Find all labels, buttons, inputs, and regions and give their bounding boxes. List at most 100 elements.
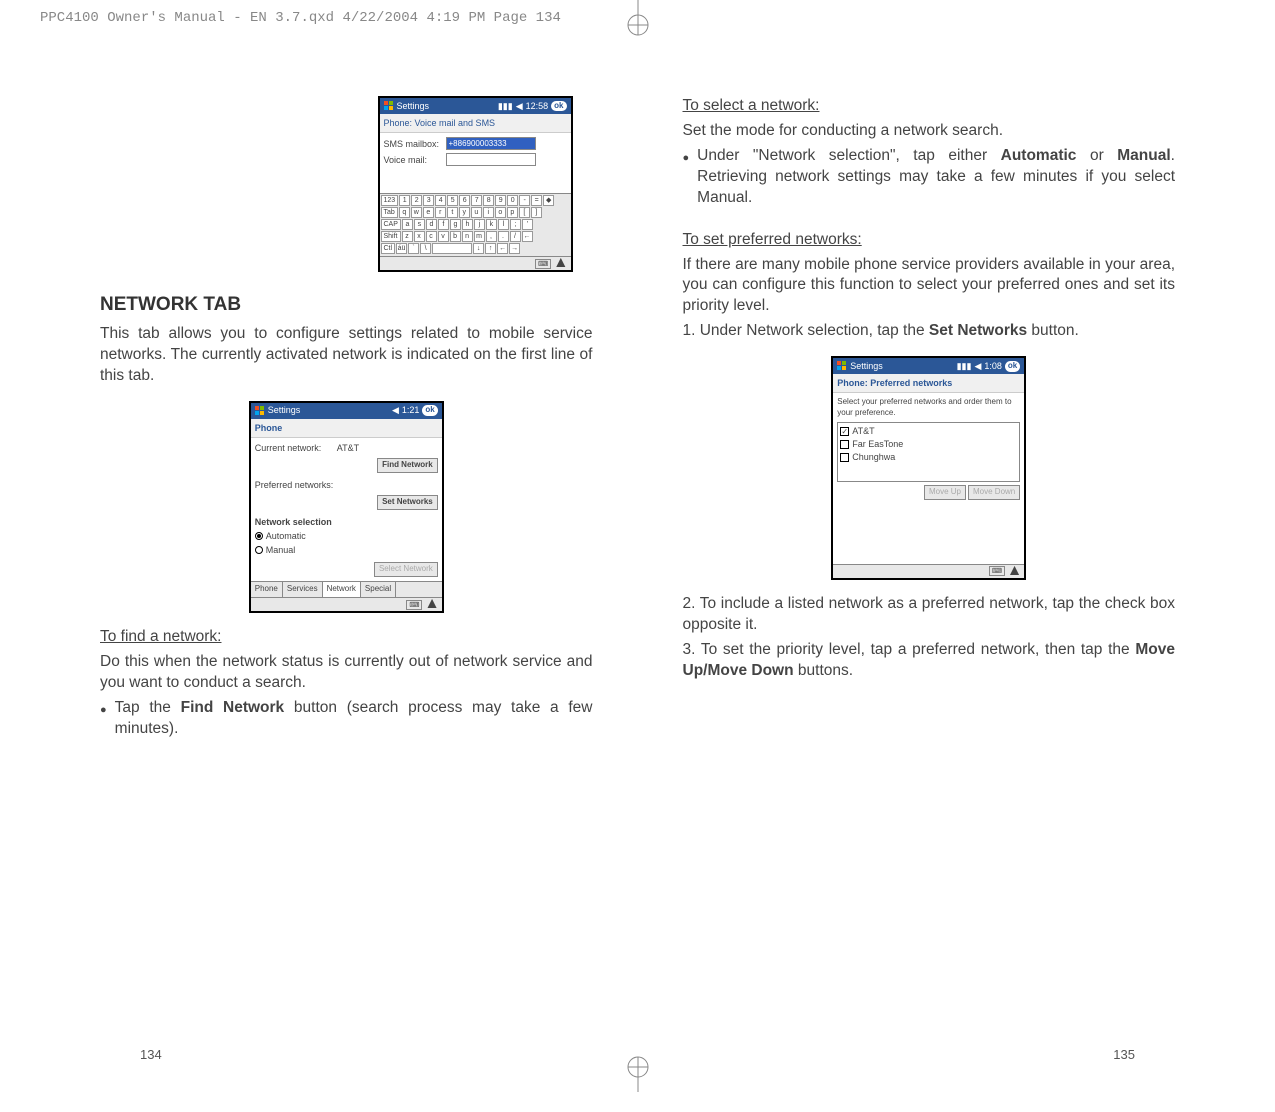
checkbox-icon[interactable]: ✓ bbox=[840, 427, 849, 436]
keyboard-key[interactable]: r bbox=[435, 207, 446, 218]
keyboard-key[interactable]: c bbox=[426, 231, 437, 242]
preferred-networks-listbox[interactable]: ✓AT&TFar EasToneChunghwa bbox=[837, 422, 1020, 482]
keyboard-key[interactable]: h bbox=[462, 219, 473, 230]
keyboard-key[interactable]: 2 bbox=[411, 195, 422, 206]
keyboard-key[interactable]: = bbox=[531, 195, 542, 206]
voice-label: Voice mail: bbox=[384, 154, 442, 166]
voice-input[interactable] bbox=[446, 153, 536, 166]
keyboard-key[interactable]: - bbox=[519, 195, 530, 206]
keyboard-key[interactable]: w bbox=[411, 207, 422, 218]
network-item-label: Far EasTone bbox=[852, 438, 903, 450]
keyboard-key[interactable]: 1 bbox=[399, 195, 410, 206]
keyboard-key[interactable]: o bbox=[495, 207, 506, 218]
keyboard-key[interactable]: ; bbox=[510, 219, 521, 230]
keyboard-key[interactable]: CAP bbox=[381, 219, 401, 230]
tab-services[interactable]: Services bbox=[283, 582, 323, 597]
keyboard-key[interactable]: p bbox=[507, 207, 518, 218]
ok-button[interactable]: ok bbox=[1005, 361, 1020, 372]
up-arrow-icon[interactable]: ▲ bbox=[553, 253, 568, 274]
onscreen-keyboard[interactable]: 1231234567890-=◆ Tabqwertyuiop[] CAPasdf… bbox=[380, 193, 571, 256]
keyboard-key[interactable]: e bbox=[423, 207, 434, 218]
keyboard-key[interactable]: m bbox=[474, 231, 485, 242]
keyboard-key[interactable]: 9 bbox=[495, 195, 506, 206]
tab-phone[interactable]: Phone bbox=[251, 582, 283, 597]
keyboard-key[interactable]: 7 bbox=[471, 195, 482, 206]
keyboard-key[interactable]: s bbox=[414, 219, 425, 230]
keyboard-key[interactable]: . bbox=[498, 231, 509, 242]
select-network-bullet: Under "Network selection", tap either Au… bbox=[697, 146, 1175, 209]
keyboard-key[interactable]: 5 bbox=[447, 195, 458, 206]
keyboard-key[interactable]: 8 bbox=[483, 195, 494, 206]
keyboard-key[interactable]: \ bbox=[420, 243, 431, 254]
keyboard-key[interactable]: d bbox=[426, 219, 437, 230]
keyboard-key[interactable]: 0 bbox=[507, 195, 518, 206]
keyboard-key[interactable]: ← bbox=[522, 231, 533, 242]
radio-automatic[interactable]: Automatic bbox=[255, 530, 438, 542]
keyboard-key[interactable]: Ctl bbox=[381, 243, 396, 254]
checkbox-icon[interactable] bbox=[840, 453, 849, 462]
keyboard-key[interactable]: → bbox=[509, 243, 520, 254]
keyboard-toggle-icon[interactable]: ⌨ bbox=[406, 600, 422, 610]
keyboard-key[interactable]: x bbox=[414, 231, 425, 242]
keyboard-key[interactable]: Shift bbox=[381, 231, 401, 242]
keyboard-key[interactable]: ` bbox=[408, 243, 419, 254]
radio-manual[interactable]: Manual bbox=[255, 544, 438, 556]
keyboard-key[interactable]: v bbox=[438, 231, 449, 242]
up-arrow-icon[interactable]: ▲ bbox=[1007, 561, 1022, 582]
keyboard-key[interactable]: z bbox=[402, 231, 413, 242]
network-item-label: AT&T bbox=[852, 425, 874, 437]
signal-icon: ▮▮▮ bbox=[957, 360, 972, 372]
keyboard-key[interactable]: ← bbox=[497, 243, 508, 254]
find-network-button[interactable]: Find Network bbox=[377, 458, 438, 473]
up-arrow-icon[interactable]: ▲ bbox=[424, 594, 439, 615]
keyboard-key[interactable]: ↑ bbox=[485, 243, 496, 254]
sms-input[interactable] bbox=[446, 137, 536, 150]
radio-icon bbox=[255, 546, 263, 554]
keyboard-key[interactable]: , bbox=[486, 231, 497, 242]
crop-mark-bottom bbox=[618, 1052, 658, 1092]
find-network-text: Do this when the network status is curre… bbox=[100, 652, 593, 694]
keyboard-key[interactable]: n bbox=[462, 231, 473, 242]
keyboard-key[interactable]: u bbox=[471, 207, 482, 218]
keyboard-key[interactable]: l bbox=[498, 219, 509, 230]
ok-button[interactable]: ok bbox=[422, 405, 437, 416]
tab-special[interactable]: Special bbox=[361, 582, 396, 597]
keyboard-key[interactable]: q bbox=[399, 207, 410, 218]
ok-button[interactable]: ok bbox=[551, 101, 566, 112]
bullet-icon: ● bbox=[683, 146, 690, 209]
keyboard-key[interactable]: ↓ bbox=[473, 243, 484, 254]
keyboard-key[interactable]: 123 bbox=[381, 195, 399, 206]
step-3: 3. To set the priority level, tap a pref… bbox=[683, 640, 1176, 682]
step-2: 2. To include a listed network as a pref… bbox=[683, 594, 1176, 636]
keyboard-key[interactable]: 6 bbox=[459, 195, 470, 206]
checkbox-icon[interactable] bbox=[840, 440, 849, 449]
keyboard-key[interactable]: y bbox=[459, 207, 470, 218]
settings-tabs[interactable]: PhoneServicesNetworkSpecial bbox=[251, 581, 442, 597]
keyboard-key[interactable]: [ bbox=[519, 207, 530, 218]
set-networks-button[interactable]: Set Networks bbox=[377, 495, 438, 510]
keyboard-key[interactable]: 4 bbox=[435, 195, 446, 206]
keyboard-key[interactable]: áü bbox=[396, 243, 407, 254]
keyboard-key[interactable]: g bbox=[450, 219, 461, 230]
keyboard-key[interactable]: k bbox=[486, 219, 497, 230]
keyboard-key[interactable]: ] bbox=[531, 207, 542, 218]
keyboard-key[interactable]: j bbox=[474, 219, 485, 230]
keyboard-toggle-icon[interactable]: ⌨ bbox=[989, 566, 1005, 576]
network-list-item[interactable]: Far EasTone bbox=[840, 438, 1017, 450]
keyboard-key[interactable]: t bbox=[447, 207, 458, 218]
keyboard-key[interactable]: f bbox=[438, 219, 449, 230]
keyboard-key[interactable]: / bbox=[510, 231, 521, 242]
network-list-item[interactable]: ✓AT&T bbox=[840, 425, 1017, 437]
keyboard-toggle-icon[interactable]: ⌨ bbox=[535, 259, 551, 269]
tab-network[interactable]: Network bbox=[323, 582, 361, 597]
ss3-time: 1:08 bbox=[984, 360, 1002, 372]
keyboard-key[interactable]: b bbox=[450, 231, 461, 242]
keyboard-key[interactable]: 3 bbox=[423, 195, 434, 206]
keyboard-key[interactable]: a bbox=[402, 219, 413, 230]
keyboard-key[interactable]: ◆ bbox=[543, 195, 554, 206]
keyboard-key[interactable]: Tab bbox=[381, 207, 398, 218]
network-list-item[interactable]: Chunghwa bbox=[840, 451, 1017, 463]
keyboard-key[interactable]: ' bbox=[522, 219, 533, 230]
keyboard-key[interactable]: i bbox=[483, 207, 494, 218]
keyboard-key[interactable] bbox=[432, 243, 472, 254]
